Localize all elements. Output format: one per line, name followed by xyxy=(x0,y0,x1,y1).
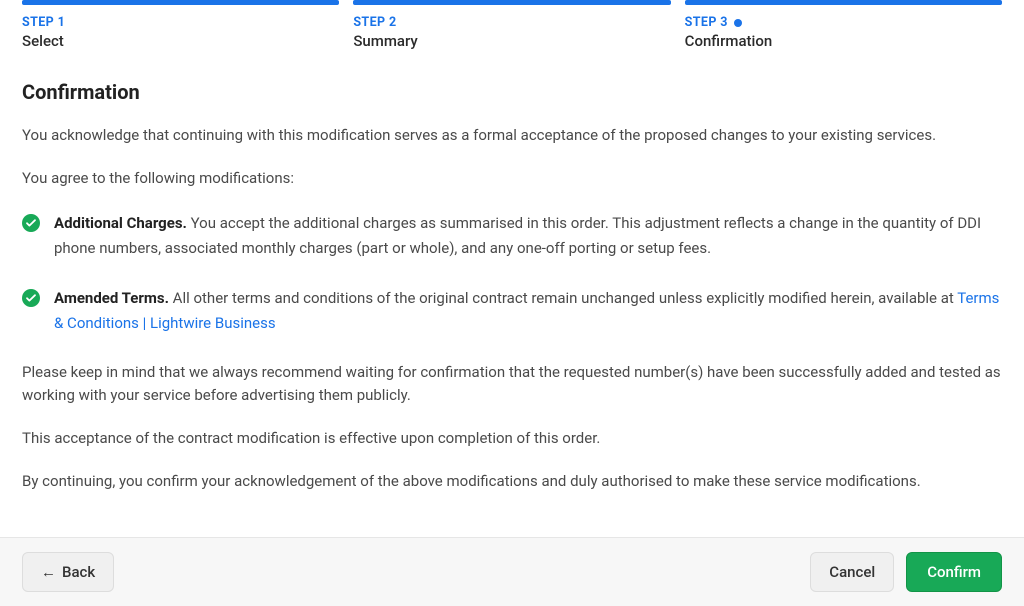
back-button-label: Back xyxy=(62,563,95,581)
check-circle-icon xyxy=(22,214,40,232)
arrow-left-icon: ← xyxy=(41,563,56,581)
check-circle-icon xyxy=(22,289,40,307)
step-progress-bar xyxy=(353,0,670,5)
bullet-text: All other terms and conditions of the or… xyxy=(173,289,958,307)
step-3[interactable]: STEP 3 Confirmation xyxy=(685,0,1002,50)
step-2[interactable]: STEP 2 Summary xyxy=(353,0,670,50)
bullet-text: You accept the additional charges as sum… xyxy=(54,214,981,258)
current-step-dot-icon xyxy=(734,19,742,27)
ack-paragraph: You acknowledge that continuing with thi… xyxy=(22,124,1002,147)
main-content: Confirmation You acknowledge that contin… xyxy=(0,50,1024,532)
step-label: STEP 1 xyxy=(22,15,65,30)
step-title: Select xyxy=(22,32,339,50)
footer-actions: ← Back Cancel Confirm xyxy=(0,537,1024,606)
step-progress-bar xyxy=(22,0,339,5)
bullet-heading: Amended Terms. xyxy=(54,289,169,307)
keep-in-mind-paragraph: Please keep in mind that we always recom… xyxy=(22,361,1002,408)
step-label: STEP 2 xyxy=(353,15,396,30)
list-item: Amended Terms. All other terms and condi… xyxy=(22,286,1002,337)
step-label: STEP 3 xyxy=(685,15,728,30)
stepper: STEP 1 Select STEP 2 Summary STEP 3 Conf… xyxy=(0,0,1024,50)
bullet-heading: Additional Charges. xyxy=(54,214,187,232)
modifications-list: Additional Charges. You accept the addit… xyxy=(22,211,1002,337)
step-1[interactable]: STEP 1 Select xyxy=(22,0,339,50)
step-progress-bar xyxy=(685,0,1002,5)
agree-intro: You agree to the following modifications… xyxy=(22,167,1002,190)
cancel-button[interactable]: Cancel xyxy=(810,552,894,592)
confirm-button[interactable]: Confirm xyxy=(906,552,1002,592)
effective-paragraph: This acceptance of the contract modifica… xyxy=(22,427,1002,450)
step-title: Confirmation xyxy=(685,32,1002,50)
list-item: Additional Charges. You accept the addit… xyxy=(22,211,1002,262)
step-title: Summary xyxy=(353,32,670,50)
back-button[interactable]: ← Back xyxy=(22,552,114,592)
page-title: Confirmation xyxy=(22,80,1002,104)
confirm-paragraph: By continuing, you confirm your acknowle… xyxy=(22,470,1002,493)
